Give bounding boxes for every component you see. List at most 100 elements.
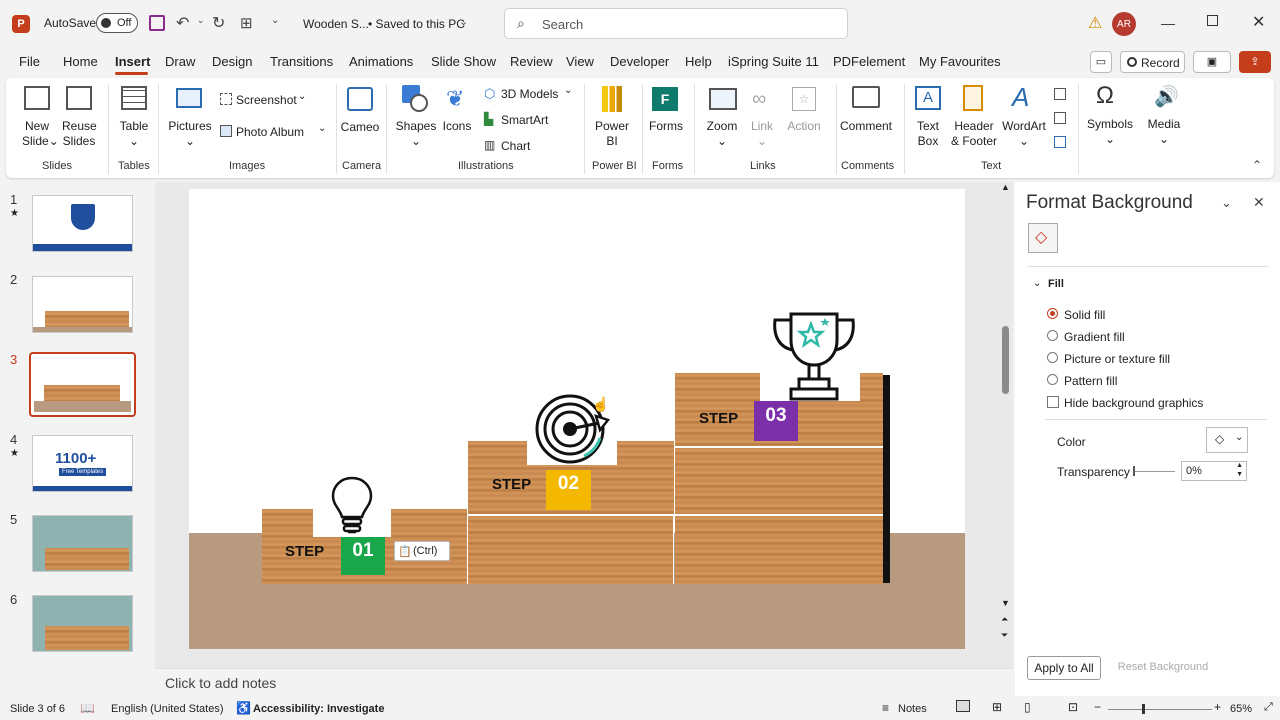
vertical-scrollbar[interactable]: ▲ ▼ ⏶ ⏷ <box>1001 182 1011 646</box>
fit-slide-icon[interactable]: ⤢ <box>1264 701 1273 714</box>
gradient-fill-label[interactable]: Gradient fill <box>1064 330 1125 344</box>
zoom-level[interactable]: 65% <box>1230 703 1252 715</box>
minimize-icon[interactable]: — <box>1161 15 1175 31</box>
slide-thumb-2[interactable] <box>32 276 133 333</box>
step-label-2[interactable]: STEP <box>492 476 531 493</box>
slide-thumb-4[interactable]: 1100+ Free Templates <box>32 435 133 492</box>
book-icon[interactable]: 📖 <box>80 701 95 715</box>
comments-button[interactable]: ▭ <box>1090 51 1112 73</box>
reset-background-button[interactable]: Reset Background <box>1111 656 1215 680</box>
teams-button[interactable]: ▣ <box>1193 51 1231 73</box>
normal-view-icon[interactable] <box>956 700 970 712</box>
tab-animations[interactable]: Animations <box>349 54 413 69</box>
file-name[interactable]: Wooden S... <box>303 17 369 31</box>
step-label-1[interactable]: STEP <box>285 543 324 560</box>
warning-icon[interactable]: ⚠ <box>1088 13 1102 33</box>
picture-fill-label[interactable]: Picture or texture fill <box>1064 352 1170 366</box>
tab-file[interactable]: File <box>19 54 40 69</box>
user-avatar[interactable]: AR <box>1112 12 1136 36</box>
pattern-fill-label[interactable]: Pattern fill <box>1064 374 1117 388</box>
next-slide-icon[interactable]: ⏷ <box>1001 630 1008 641</box>
tab-slide-show[interactable]: Slide Show <box>431 54 496 69</box>
fill-category-button[interactable]: ◇ <box>1028 223 1058 253</box>
scroll-down-icon[interactable]: ▼ <box>1001 598 1010 608</box>
tab-developer[interactable]: Developer <box>610 54 669 69</box>
gradient-fill-radio[interactable] <box>1047 330 1058 341</box>
tab-ispring[interactable]: iSpring Suite 11 <box>728 54 819 69</box>
step-number-03[interactable]: 03 <box>754 401 798 441</box>
slide-thumb-3-selected[interactable] <box>29 352 136 417</box>
apply-to-all-button[interactable]: Apply to All <box>1027 656 1101 680</box>
redo-icon[interactable]: ↻ <box>212 13 225 33</box>
tab-pdfelement[interactable]: PDFelement <box>833 54 905 69</box>
pattern-fill-radio[interactable] <box>1047 374 1058 385</box>
language[interactable]: English (United States) <box>111 703 224 715</box>
accessibility-status[interactable]: Accessibility: Investigate <box>253 703 384 715</box>
slide-thumb-5[interactable] <box>32 515 133 572</box>
spin-up-icon[interactable]: ▲ <box>1236 462 1243 469</box>
close-icon[interactable]: ✕ <box>1252 12 1265 32</box>
fill-collapse-icon[interactable]: ⌄ <box>1033 278 1041 289</box>
search-box[interactable]: ⌕ Search <box>504 8 848 39</box>
tab-my-favourites[interactable]: My Favourites <box>919 54 1001 69</box>
present-icon[interactable]: ⊞ <box>240 14 253 32</box>
object-icon[interactable] <box>1054 136 1066 148</box>
undo-dropdown-icon[interactable]: ⌄ <box>197 15 205 26</box>
step-label-3[interactable]: STEP <box>699 410 738 427</box>
save-icon[interactable] <box>149 15 165 31</box>
color-picker-button[interactable]: ◇ ⌄ <box>1206 427 1248 453</box>
tab-design[interactable]: Design <box>212 54 252 69</box>
tab-home[interactable]: Home <box>63 54 98 69</box>
prev-slide-icon[interactable]: ⏶ <box>1001 614 1008 625</box>
tab-view[interactable]: View <box>566 54 594 69</box>
restore-icon[interactable] <box>1207 15 1218 26</box>
spin-down-icon[interactable]: ▼ <box>1236 471 1243 478</box>
pane-options-icon[interactable]: ⌄ <box>1221 195 1232 211</box>
scroll-thumb[interactable] <box>1002 326 1009 394</box>
transparency-slider[interactable] <box>1133 466 1175 476</box>
step-number-01[interactable]: 01 <box>341 537 385 575</box>
notes-pane[interactable]: Click to add notes <box>155 668 1013 696</box>
picture-fill-radio[interactable] <box>1047 352 1058 363</box>
save-status[interactable]: • Saved to this PC <box>368 17 465 31</box>
autosave-toggle[interactable]: Off <box>96 13 138 33</box>
transparency-input[interactable]: 0% ▲ ▼ <box>1181 461 1247 481</box>
date-time-icon[interactable] <box>1054 88 1066 100</box>
solid-fill-label[interactable]: Solid fill <box>1064 308 1105 322</box>
step-number-02[interactable]: 02 <box>546 470 591 510</box>
transparency-slider-thumb[interactable] <box>1133 466 1135 476</box>
slide-thumb-1[interactable] <box>32 195 133 252</box>
notes-icon[interactable]: ≡ <box>882 701 889 715</box>
fill-section-title[interactable]: Fill <box>1048 278 1064 290</box>
reading-view-icon[interactable]: ▯ <box>1024 700 1031 714</box>
zoom-out-icon[interactable]: − <box>1094 700 1101 714</box>
share-button[interactable]: ⇪ <box>1239 51 1271 73</box>
slide-thumb-6[interactable] <box>32 595 133 652</box>
tab-help[interactable]: Help <box>685 54 712 69</box>
zoom-in-icon[interactable]: + <box>1214 700 1221 714</box>
accessibility-icon[interactable]: ♿ <box>236 701 251 715</box>
slide-canvas[interactable]: STEP STEP STEP 01 02 03 📋 (Ctrl) ☝ <box>189 189 965 649</box>
tab-review[interactable]: Review <box>510 54 553 69</box>
slide-number-icon[interactable] <box>1054 112 1066 124</box>
hide-bg-checkbox[interactable] <box>1047 396 1059 408</box>
tab-insert[interactable]: Insert <box>115 54 150 69</box>
tab-draw[interactable]: Draw <box>165 54 195 69</box>
collapse-ribbon-icon[interactable]: ⌃ <box>1252 158 1262 172</box>
lightbulb-icon[interactable] <box>330 475 374 537</box>
solid-fill-radio[interactable] <box>1047 308 1058 319</box>
slideshow-icon[interactable]: ⊡ <box>1068 700 1078 714</box>
paste-options-button[interactable]: 📋 (Ctrl) <box>394 541 450 561</box>
filename-dropdown-icon[interactable]: ⌄ <box>459 15 468 28</box>
undo-icon[interactable]: ↶ <box>176 13 189 33</box>
zoom-slider[interactable] <box>1108 704 1212 714</box>
notes-button[interactable]: Notes <box>898 703 927 715</box>
zoom-slider-thumb[interactable] <box>1142 704 1145 714</box>
slide-sorter-icon[interactable]: ⊞ <box>992 700 1002 714</box>
scroll-up-icon[interactable]: ▲ <box>1001 182 1010 192</box>
customize-qat-icon[interactable]: ⌄ <box>271 15 279 26</box>
pane-close-icon[interactable]: ✕ <box>1253 194 1265 211</box>
hide-bg-label[interactable]: Hide background graphics <box>1064 396 1203 410</box>
tab-transitions[interactable]: Transitions <box>270 54 333 69</box>
trophy-icon[interactable] <box>769 310 859 402</box>
